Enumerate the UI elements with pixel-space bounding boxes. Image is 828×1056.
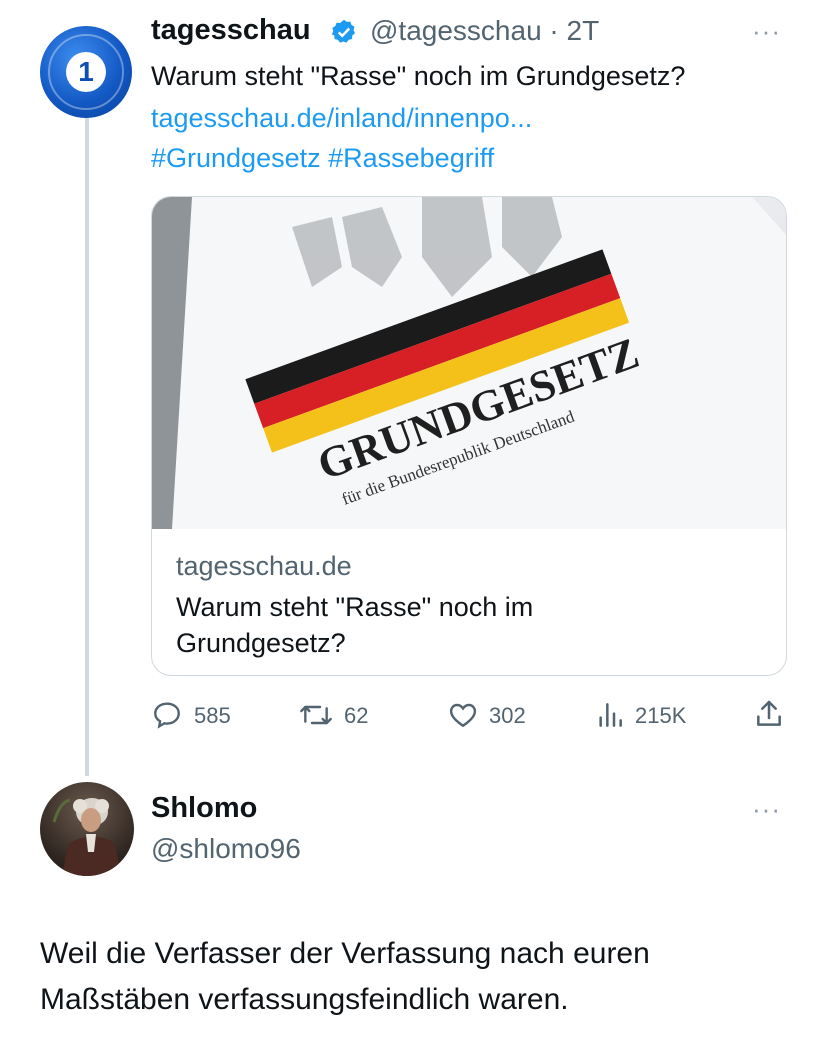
card-domain: tagesschau.de [176, 551, 352, 581]
card-image: GRUNDGESETZ für die Bundesrepublik Deuts… [152, 197, 786, 529]
reply-author-handle[interactable]: @shlomo96 [151, 833, 301, 865]
card-title-line1: Warum steht "Rasse" noch im [176, 592, 534, 622]
share-icon[interactable] [753, 697, 785, 731]
thread-connector-line [85, 118, 89, 776]
views-icon[interactable] [594, 699, 626, 731]
card-meta: tagesschau.de Warum steht "Rasse" noch i… [152, 529, 786, 675]
views-count: 215K [635, 703, 687, 728]
avatar-shlomo[interactable] [40, 782, 134, 876]
tweet-link[interactable]: tagesschau.de/inland/innenpo... [151, 103, 532, 134]
reply-more-icon[interactable]: ··· [752, 794, 781, 825]
avatar-tagesschau[interactable]: 1 [40, 26, 132, 118]
reply-count: 585 [194, 703, 231, 728]
like-icon[interactable] [446, 699, 480, 731]
reply-author-name[interactable]: Shlomo [151, 792, 257, 825]
tweet-time[interactable]: 2T [567, 15, 600, 46]
tweet-author-name[interactable]: tagesschau [151, 14, 311, 47]
tweet-author-handle[interactable]: @tagesschau [370, 15, 542, 46]
reply-icon[interactable] [151, 699, 183, 731]
reply-text-line2: Maßstäben verfassungsfeindlich waren. [40, 983, 569, 1016]
tweet-hashtags[interactable]: #Grundgesetz #Rassebegriff [151, 143, 494, 174]
tweet-text: Warum steht "Rasse" noch im Grundgesetz? [151, 61, 686, 91]
retweet-count: 62 [344, 703, 369, 728]
more-icon[interactable]: ··· [752, 16, 781, 47]
card-title-line2: Grundgesetz? [176, 628, 346, 658]
retweet-icon[interactable] [298, 699, 334, 731]
separator-dot: · [549, 15, 559, 46]
link-preview-card[interactable]: GRUNDGESETZ für die Bundesrepublik Deuts… [151, 196, 787, 676]
verified-icon [330, 18, 358, 46]
like-count: 302 [489, 703, 526, 728]
reply-text-line1: Weil die Verfasser der Verfassung nach e… [40, 937, 650, 970]
